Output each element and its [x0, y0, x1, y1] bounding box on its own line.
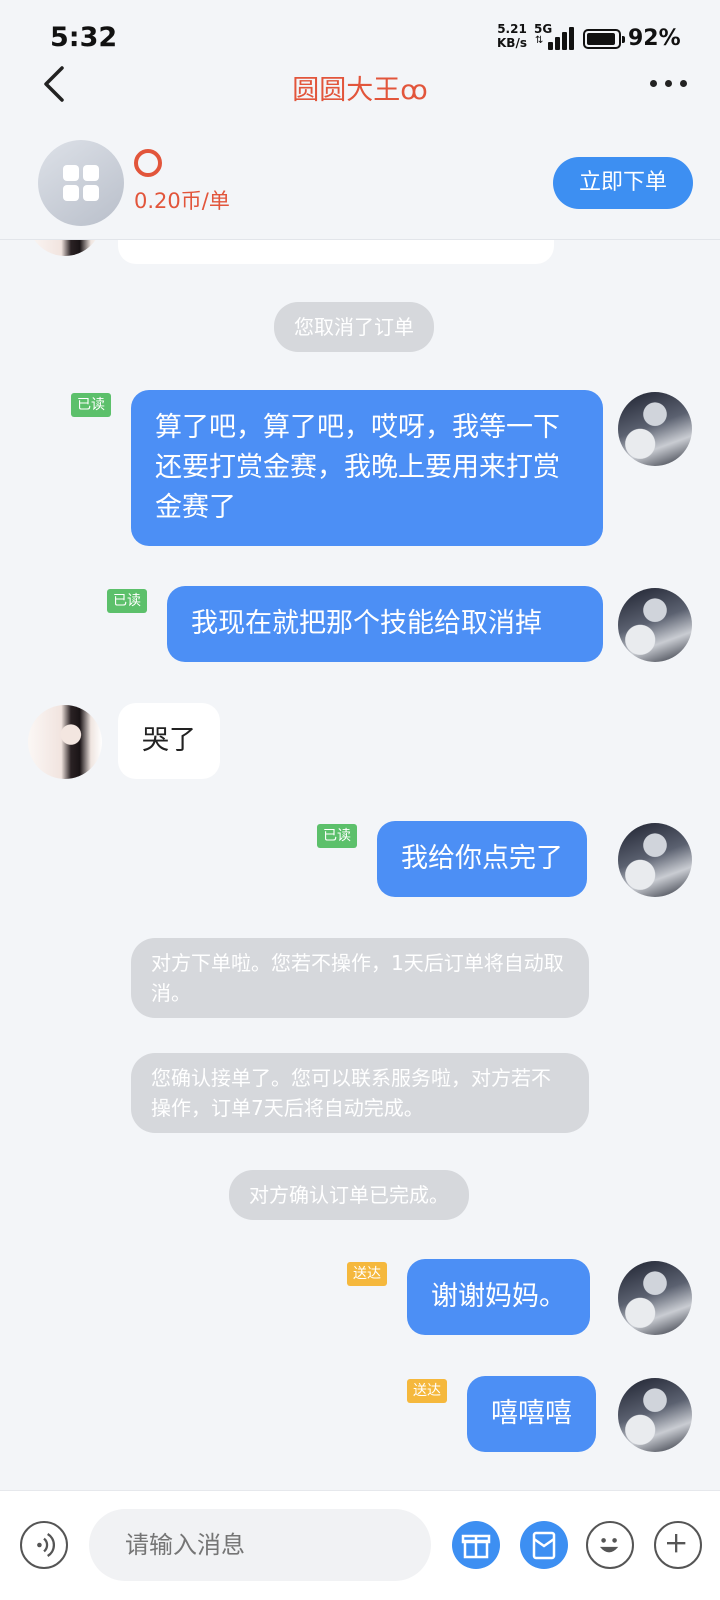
message-bubble: 我给你点完了	[377, 821, 587, 897]
input-bar	[0, 1490, 720, 1600]
message-input[interactable]	[89, 1509, 431, 1581]
emoji-icon[interactable]	[586, 1521, 634, 1569]
message-bubble: 我现在就把那个技能给取消掉	[167, 586, 603, 662]
message-bubble: 嘻嘻嘻	[467, 1376, 596, 1452]
message-bubble: 算了吧，算了吧，哎呀，我等一下还要打赏金赛，我晚上要用来打赏金赛了	[131, 390, 603, 546]
read-badge: 已读	[71, 393, 111, 417]
system-message: 您确认接单了。您可以联系服务啦，对方若不操作，订单7天后将自动完成。	[131, 1053, 589, 1133]
read-badge: 已读	[107, 589, 147, 613]
gift-icon[interactable]	[452, 1521, 500, 1569]
grid-icon	[63, 165, 99, 201]
data-arrows-icon: ⇅	[535, 35, 544, 46]
system-message: 对方确认订单已完成。	[229, 1170, 469, 1220]
order-now-button[interactable]: 立即下单	[553, 157, 693, 209]
service-card: 0.20币/单 立即下单	[0, 125, 720, 240]
status-time: 5:32	[50, 22, 118, 53]
net-speed-value: 5.21	[497, 22, 527, 36]
message-bubble: 哭了	[118, 703, 220, 779]
page-title: 圆圆大王ꝏ	[292, 75, 428, 106]
avatar[interactable]	[618, 1261, 692, 1335]
net-speed: 5.21 KB/s	[497, 22, 527, 50]
system-message: 您取消了订单	[274, 302, 434, 352]
read-badge: 已读	[317, 824, 357, 848]
system-message: 对方下单啦。您若不操作，1天后订单将自动取消。	[131, 938, 589, 1018]
sent-badge: 送达	[347, 1262, 387, 1286]
signal-icon	[546, 26, 574, 50]
service-ring-icon	[134, 149, 162, 177]
sent-badge: 送达	[407, 1379, 447, 1403]
more-dots-icon[interactable]	[650, 80, 690, 90]
chat-area[interactable]: 您取消了订单 已读 算了吧，算了吧，哎呀，我等一下还要打赏金赛，我晚上要用来打赏…	[0, 240, 720, 1490]
avatar[interactable]	[618, 823, 692, 897]
net-speed-unit: KB/s	[497, 36, 527, 50]
service-avatar[interactable]	[38, 140, 124, 226]
avatar[interactable]	[618, 392, 692, 466]
avatar[interactable]	[618, 1378, 692, 1452]
red-packet-icon[interactable]	[520, 1521, 568, 1569]
battery-icon	[583, 29, 625, 49]
avatar[interactable]	[28, 240, 102, 256]
avatar[interactable]	[28, 705, 102, 779]
avatar[interactable]	[618, 588, 692, 662]
plus-icon[interactable]	[654, 1521, 702, 1569]
service-price: 0.20币/单	[134, 189, 230, 213]
voice-icon[interactable]	[20, 1521, 68, 1569]
message-bubble-partial	[118, 240, 554, 264]
battery-percent: 92%	[628, 26, 681, 51]
message-bubble: 谢谢妈妈。	[407, 1259, 590, 1335]
